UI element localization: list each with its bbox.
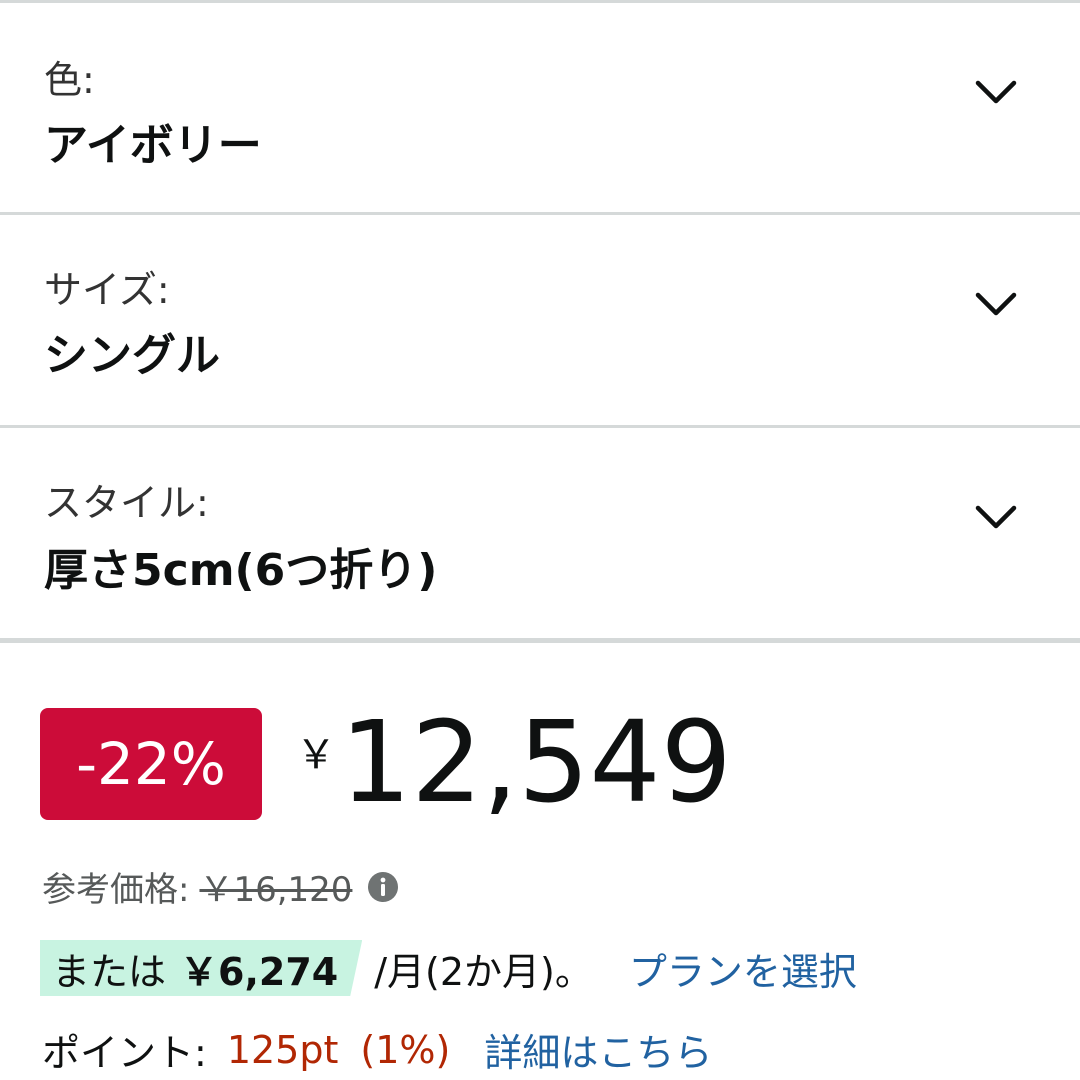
price-amount: 12,549: [340, 698, 732, 828]
size-selector[interactable]: サイズ: シングル: [0, 215, 1080, 425]
chevron-down-icon[interactable]: [972, 281, 1020, 329]
points-row: ポイント: 125pt (1%) 詳細はこちら: [42, 1022, 712, 1077]
style-value: 厚さ5cm(6つ折り): [44, 545, 438, 596]
chevron-down-icon[interactable]: [972, 494, 1020, 542]
chevron-down-icon[interactable]: [972, 69, 1020, 117]
points-value: 125pt: [226, 1027, 339, 1072]
points-label: ポイント:: [42, 1031, 207, 1075]
installment-suffix: /月(2か月)。: [374, 949, 593, 994]
installment-highlight: または ￥6,274: [40, 940, 362, 996]
installment-amount: ￥6,274: [180, 949, 339, 994]
section-divider: [0, 638, 1080, 643]
discount-badge: -22%: [40, 708, 262, 820]
reference-price-label: 参考価格:: [42, 870, 190, 910]
info-icon[interactable]: [366, 870, 400, 904]
points-percent: (1%): [360, 1027, 451, 1072]
installment-prefix: または: [52, 949, 167, 994]
color-label: 色:: [44, 58, 95, 102]
points-details-link[interactable]: 詳細はこちら: [484, 1022, 712, 1077]
installment-row: または ￥6,274 /月(2か月)。 プランを選択: [40, 940, 857, 996]
reference-price: ￥16,120: [199, 870, 353, 910]
size-value: シングル: [44, 330, 220, 381]
currency-symbol: ￥: [296, 732, 336, 778]
style-label: スタイル:: [44, 481, 209, 525]
reference-price-row: 参考価格: ￥16,120: [42, 862, 400, 911]
color-selector[interactable]: 色: アイボリー: [0, 3, 1080, 213]
select-plan-link[interactable]: プランを選択: [629, 941, 857, 996]
color-value: アイボリー: [44, 120, 262, 171]
size-label: サイズ:: [44, 268, 170, 312]
style-selector[interactable]: スタイル: 厚さ5cm(6つ折り): [0, 428, 1080, 638]
